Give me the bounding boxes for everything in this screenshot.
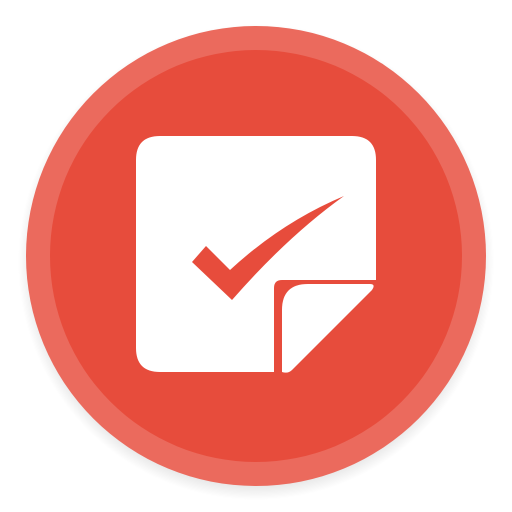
icon-stage [0, 0, 512, 512]
task-checklist-app-icon[interactable] [0, 0, 512, 512]
